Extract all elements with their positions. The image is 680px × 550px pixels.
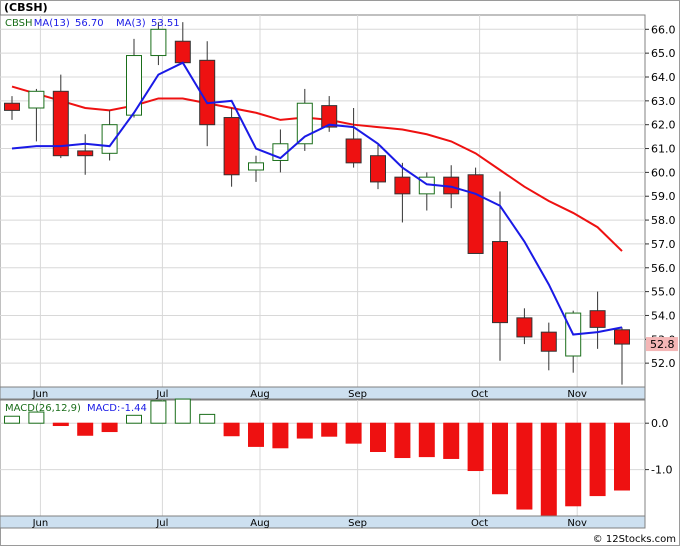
macd-bar <box>101 422 118 433</box>
macd-x-tick-label: Sep <box>348 518 367 529</box>
candle-down <box>467 167 484 254</box>
macd-x-tick-label: Jun <box>32 518 49 529</box>
macd-bar <box>248 422 264 447</box>
price-x-axis: Jun Jul Aug Sep Oct Nov <box>0 386 646 400</box>
ticker-label: (CBSH) <box>4 1 48 14</box>
price-y-tick-label: 64.0 <box>651 71 676 84</box>
price-legend-value: 53.51 <box>151 18 180 29</box>
macd-bar <box>540 422 557 516</box>
price-y-tick-label: 62.0 <box>651 119 676 132</box>
price-legend-item: MA(3) <box>116 18 146 29</box>
macd-x-axis-band <box>0 515 646 529</box>
macd-x-tick-label: Jul <box>155 518 168 529</box>
candle-body <box>589 310 606 328</box>
price-x-tick-label: Oct <box>471 389 488 400</box>
candle-body <box>223 117 240 176</box>
price-y-tick-label: 60.0 <box>651 166 676 179</box>
macd-legend-item: MACD(26,12,9) <box>5 403 81 414</box>
macd-bar <box>321 422 338 437</box>
last-price-marker: 52.8 <box>646 337 678 352</box>
price-x-tick-label: Aug <box>250 389 270 400</box>
macd-bar <box>199 413 216 424</box>
price-y-tick-label: 63.0 <box>651 95 676 108</box>
candle-body <box>28 90 45 109</box>
macd-y-tick-label: 0.0 <box>651 417 669 430</box>
macd-bar <box>418 422 435 458</box>
price-y-tick-label: 58.0 <box>651 214 676 227</box>
macd-legend: MACD(26,12,9) MACD: -1.44 <box>5 403 147 414</box>
macd-bar <box>614 422 630 491</box>
candle-body <box>150 28 167 57</box>
price-legend: CBSH MA(13) 56.70 MA(3) 53.51 <box>5 18 180 29</box>
candle-body <box>77 150 94 157</box>
candle-body <box>540 331 557 352</box>
macd-bar <box>52 422 69 427</box>
price-y-tick-label: 52.0 <box>651 357 676 370</box>
candle-body <box>614 329 630 345</box>
macd-bar <box>174 398 191 424</box>
macd-bar <box>370 422 386 453</box>
macd-x-tick-label: Nov <box>567 518 587 529</box>
price-x-axis-band <box>0 386 646 400</box>
macd-bar <box>345 422 362 444</box>
macd-bar <box>443 422 460 459</box>
macd-legend-item: MACD: <box>87 403 120 414</box>
macd-bar <box>589 422 606 497</box>
macd-bar <box>467 422 484 472</box>
macd-bar <box>272 422 289 449</box>
macd-bar <box>77 422 94 436</box>
macd-bar <box>126 414 142 424</box>
candle-body <box>492 241 508 324</box>
price-legend-item: MA(13) <box>34 18 70 29</box>
macd-panel: 0.0 -1.0 MACD(26,12,9) MACD: -1.44 <box>0 398 672 517</box>
last-price-label: 52.8 <box>650 338 675 351</box>
macd-bar <box>296 422 313 439</box>
candle-down <box>223 108 240 187</box>
price-y-tick-label: 65.0 <box>651 47 676 60</box>
macd-bar <box>223 422 240 437</box>
macd-y-tick-label: -1.0 <box>651 464 672 477</box>
price-panel: 52.053.054.055.056.057.058.059.060.061.0… <box>0 14 678 388</box>
candle-body <box>467 174 484 254</box>
macd-bar <box>492 422 508 495</box>
macd-legend-value: -1.44 <box>121 403 147 414</box>
candle-body <box>345 138 362 164</box>
price-x-tick-label: Jun <box>32 389 49 400</box>
macd-bar <box>150 400 167 424</box>
price-x-tick-label: Nov <box>567 389 587 400</box>
chart-canvas: 52.053.054.055.056.057.058.059.060.061.0… <box>0 0 680 546</box>
macd-bar <box>4 415 20 424</box>
stock-chart-widget: 52.053.054.055.056.057.058.059.060.061.0… <box>0 0 680 546</box>
price-y-tick-label: 55.0 <box>651 286 676 299</box>
macd-bar <box>394 422 411 459</box>
macd-x-tick-label: Oct <box>471 518 488 529</box>
candle-body <box>516 317 533 338</box>
price-y-tick-label: 57.0 <box>651 238 676 251</box>
candle-body <box>4 102 20 111</box>
macd-x-axis: Jun Jul Aug Sep Oct Nov <box>0 515 646 529</box>
price-y-tick-label: 59.0 <box>651 190 676 203</box>
price-legend-item: CBSH <box>5 18 33 29</box>
candle-body <box>370 155 386 183</box>
price-y-tick-label: 66.0 <box>651 23 676 36</box>
candle-body <box>248 162 264 171</box>
macd-bar <box>516 422 533 510</box>
macd-bar <box>565 422 582 507</box>
price-y-tick-label: 56.0 <box>651 262 676 275</box>
price-x-tick-label: Sep <box>348 389 367 400</box>
candle-body <box>174 40 191 64</box>
candle-body <box>199 59 216 126</box>
candle-body <box>394 176 411 195</box>
watermark: © 12Stocks.com <box>593 534 676 545</box>
macd-x-tick-label: Aug <box>250 518 270 529</box>
price-legend-value: 56.70 <box>75 18 104 29</box>
price-y-tick-label: 61.0 <box>651 143 676 156</box>
price-y-tick-label: 54.0 <box>651 309 676 322</box>
price-x-tick-label: Jul <box>155 389 168 400</box>
